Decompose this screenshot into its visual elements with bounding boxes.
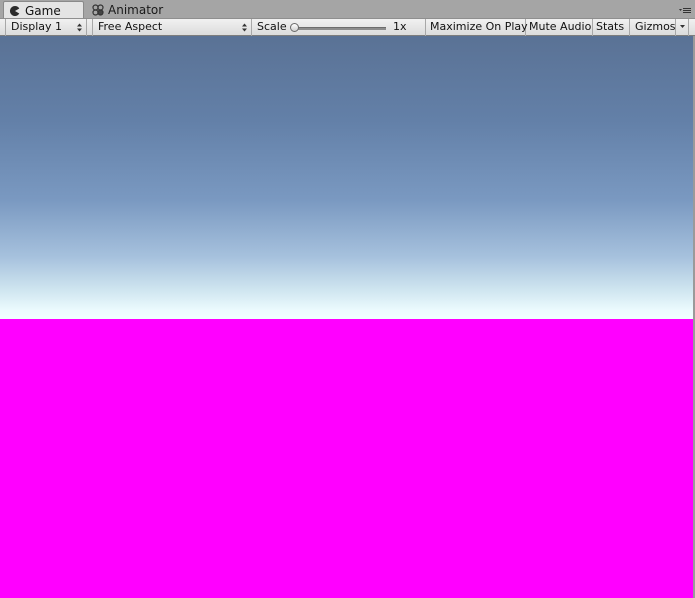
mute-audio-toggle[interactable]: Mute Audio — [526, 19, 593, 36]
scale-value: 1x — [393, 20, 407, 33]
maximize-on-play-toggle[interactable]: Maximize On Play — [426, 19, 528, 36]
display-value: Display 1 — [11, 20, 63, 33]
dropdown-arrows-icon — [242, 23, 247, 32]
stats-toggle[interactable]: Stats — [593, 19, 630, 36]
gizmos-dropdown[interactable] — [676, 19, 689, 36]
maximize-on-play-label: Maximize On Play — [430, 20, 528, 33]
scale-slider[interactable] — [290, 23, 386, 32]
game-view-toolbar: Display 1 Free Aspect Scale 1x Maximize … — [0, 18, 695, 36]
tab-game[interactable]: Game — [3, 1, 84, 19]
tab-label: Animator — [108, 3, 164, 17]
gizmos-toggle[interactable]: Gizmos — [630, 19, 676, 36]
aspect-value: Free Aspect — [98, 20, 163, 33]
tab-strip: Game Animator — [0, 0, 695, 19]
aspect-dropdown[interactable]: Free Aspect — [92, 19, 252, 36]
pacman-icon — [9, 5, 20, 16]
display-dropdown[interactable]: Display 1 — [5, 19, 87, 36]
tab-animator[interactable]: Animator — [90, 1, 170, 19]
tab-context-menu-icon[interactable] — [679, 5, 691, 15]
game-viewport[interactable] — [0, 36, 693, 598]
animator-icon — [92, 4, 104, 16]
mute-audio-label: Mute Audio — [529, 20, 592, 33]
game-window: Game Animator Display 1 Free Aspect Scal… — [0, 0, 695, 598]
stats-label: Stats — [596, 20, 625, 33]
skybox — [0, 36, 693, 319]
scale-label: Scale — [257, 20, 287, 33]
ground-plane — [0, 319, 693, 598]
chevron-down-icon — [680, 25, 685, 28]
gizmos-label: Gizmos — [635, 20, 676, 33]
scale-slider-thumb[interactable] — [290, 23, 299, 32]
dropdown-arrows-icon — [77, 23, 82, 32]
tab-label: Game — [25, 3, 61, 18]
scale-control: Scale 1x — [252, 19, 426, 36]
